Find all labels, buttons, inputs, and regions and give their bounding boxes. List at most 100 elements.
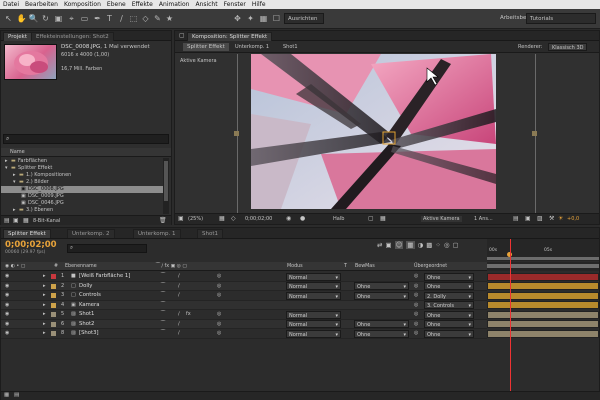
shy-switch-icon[interactable]: ⁀ xyxy=(161,329,165,339)
interpret-footage-icon[interactable]: ▤ xyxy=(4,217,10,224)
project-tree-item[interactable]: ▸ ▬ Farbflächen xyxy=(1,158,163,165)
label-color-swatch[interactable] xyxy=(51,331,56,336)
view-layout-dropdown[interactable]: 1 Ans... xyxy=(474,216,493,222)
time-ruler[interactable]: 00s 05s xyxy=(487,239,599,261)
visibility-eye-icon[interactable]: ◉ xyxy=(5,320,9,330)
layer-name[interactable]: Shot1 xyxy=(79,310,94,320)
frame-blending-icon[interactable]: ▦ xyxy=(406,241,415,249)
mode-dropdown[interactable]: Normal xyxy=(286,282,341,291)
trash-icon[interactable]: 🗑 xyxy=(159,217,167,224)
menu-item-8[interactable]: Hilfe xyxy=(249,0,269,9)
tab-effect-controls[interactable]: Effekteinstellungen: Shot2 xyxy=(31,32,114,41)
layer-name-header[interactable]: Ebenenname xyxy=(65,262,97,271)
project-scrollbar[interactable] xyxy=(163,158,169,214)
safe-zones-icon[interactable]: ▦ xyxy=(219,215,225,222)
parent-pickwhip-icon[interactable]: ◎ xyxy=(414,291,418,301)
3d-layer-switch-icon[interactable]: ◎ xyxy=(217,291,221,301)
layer-duration-bar[interactable] xyxy=(487,282,599,291)
parent-dropdown[interactable]: Ohne xyxy=(424,320,474,329)
puppet-tool-icon[interactable]: ★ xyxy=(164,13,175,24)
breadcrumb-subcomp[interactable]: Unterkomp. 1 xyxy=(235,44,269,50)
roto-brush-tool-icon[interactable]: ✎ xyxy=(152,13,163,24)
label-color-swatch[interactable] xyxy=(51,283,56,289)
layer-duration-bar[interactable] xyxy=(487,320,599,329)
expand-layer-icon[interactable]: ▸ xyxy=(43,272,46,282)
trkmat-header[interactable]: BewMas xyxy=(355,262,375,271)
axis-world-icon[interactable]: ✦ xyxy=(245,13,256,24)
parent-dropdown[interactable]: Ohne xyxy=(424,310,474,320)
brush-tool-icon[interactable]: ∕ xyxy=(116,13,127,24)
shy-switch-icon[interactable]: ⁀ xyxy=(161,301,165,311)
footage-icon[interactable]: ▣ xyxy=(21,186,26,193)
3d-layer-switch-icon[interactable]: ◎ xyxy=(217,329,221,339)
layer-row[interactable]: ◉ ▸ 3 □Controls ⁀ ∕ ◎ Normal Ohne ◎ 2. Dolly xyxy=(1,291,487,301)
trkmat-dropdown[interactable]: Ohne xyxy=(354,329,409,339)
trkmat-dropdown[interactable]: Ohne xyxy=(354,291,409,301)
parent-dropdown[interactable]: 2. Dolly xyxy=(424,291,474,301)
menu-item-4[interactable]: Effekte xyxy=(129,0,156,9)
bit-depth-label[interactable]: 8-Bit-Kanal xyxy=(33,218,60,224)
parent-dropdown[interactable]: Ohne xyxy=(424,282,474,291)
workspace-dropdown[interactable]: Tutorials xyxy=(526,13,596,24)
stamp-tool-icon[interactable]: ⬚ xyxy=(128,13,139,24)
new-folder-icon[interactable]: ▣ xyxy=(13,217,19,224)
trkmat-dropdown[interactable]: Ohne xyxy=(354,320,409,329)
parent-dropdown[interactable]: 3. Controls xyxy=(424,301,474,310)
hide-icon[interactable]: ▢ xyxy=(453,241,459,249)
quality-switch-icon[interactable]: ∕ xyxy=(178,282,180,292)
project-tree-item[interactable]: ▣ DSC_0009.JPG xyxy=(1,193,163,200)
shy-layers-icon[interactable]: ☺ xyxy=(394,241,404,249)
expand-layer-icon[interactable]: ▸ xyxy=(43,310,46,320)
quality-switch-icon[interactable]: ∕ xyxy=(178,272,180,282)
quality-switch-icon[interactable]: ∕ xyxy=(178,291,180,301)
label-color-swatch[interactable] xyxy=(51,302,56,308)
mask-tool-icon[interactable]: ▭ xyxy=(79,13,90,24)
exposure-value[interactable]: +0,0 xyxy=(567,216,579,222)
rotate-tool-icon[interactable]: ↻ xyxy=(40,13,51,24)
composition-viewer[interactable] xyxy=(251,54,496,209)
tab-splitter-effekt[interactable]: Splitter Effekt xyxy=(3,229,51,238)
work-area-bar[interactable] xyxy=(487,262,599,271)
color-channel-icon[interactable]: ● xyxy=(300,215,305,222)
project-tree-item[interactable]: ▣ DSC_0008.JPG xyxy=(1,186,163,193)
layer-duration-bar[interactable] xyxy=(487,291,599,300)
layer-duration-bar[interactable] xyxy=(487,310,599,319)
fast-previews-icon[interactable]: ▣ xyxy=(525,215,531,222)
lock-icon[interactable]: ▢ xyxy=(179,32,185,39)
camera-tool-icon[interactable]: ▣ xyxy=(53,13,64,24)
disclosure-triangle-icon[interactable]: ▾ xyxy=(13,179,16,186)
flowchart-icon[interactable]: ⚒ xyxy=(549,215,554,222)
menu-item-5[interactable]: Animation xyxy=(156,0,193,9)
label-color-swatch[interactable] xyxy=(51,293,56,298)
layer-row[interactable]: ◉ ▸ 2 □Dolly ⁀ ∕ ◎ Normal Ohne ◎ Ohne xyxy=(1,281,487,292)
parent-pickwhip-icon[interactable]: ◎ xyxy=(414,329,418,339)
shy-switch-icon[interactable]: ⁀ xyxy=(161,282,165,292)
layer-row[interactable]: ◉ ▸ 6 ▨Shot2 ⁀ ∕ ◎ Normal Ohne ◎ Ohne xyxy=(1,319,487,330)
mode-dropdown[interactable]: Normal xyxy=(286,320,341,329)
view-dropdown[interactable]: Aktive Kamera xyxy=(421,216,462,222)
shy-switch-icon[interactable]: ⁀ xyxy=(161,320,165,330)
mode-dropdown[interactable]: Normal xyxy=(286,291,341,301)
region-of-interest-icon[interactable]: ▢ xyxy=(368,215,374,222)
resolution-dropdown[interactable]: Halb xyxy=(333,216,344,222)
exposure-icon[interactable]: ☀ xyxy=(558,215,563,222)
menu-item-2[interactable]: Komposition xyxy=(61,0,104,9)
tab-unterkomp-2[interactable]: Unterkomp. 2 xyxy=(67,229,115,238)
t-header[interactable]: T xyxy=(344,262,347,271)
disclosure-triangle-icon[interactable]: ▾ xyxy=(5,165,8,172)
mask-visibility-icon[interactable]: ◇ xyxy=(231,215,236,222)
motion-blur-icon[interactable]: ◑ xyxy=(418,241,424,249)
menu-item-0[interactable]: Datei xyxy=(0,0,22,9)
timeline-timecode[interactable]: 0;00;02;00 xyxy=(5,240,57,250)
current-time-display[interactable]: 0;00;02;00 xyxy=(245,216,272,222)
tab-project[interactable]: Projekt xyxy=(3,32,32,41)
menu-item-7[interactable]: Fenster xyxy=(221,0,249,9)
footage-icon[interactable]: ▣ xyxy=(21,200,26,207)
shy-switch-icon[interactable]: ⁀ xyxy=(161,310,165,320)
layer-row[interactable]: ◉ ▸ 4 ▣ Kamera ⁀ ◎ 3. Controls xyxy=(1,300,487,311)
visibility-eye-icon[interactable]: ◉ xyxy=(5,291,9,301)
toggle-pixel-aspect-icon[interactable]: ▤ xyxy=(513,215,519,222)
layer-name[interactable]: Kamera xyxy=(79,301,99,311)
effect-switch-icon[interactable]: fx xyxy=(186,310,191,320)
layer-row[interactable]: ◉ ▸ 5 ▨Shot1 ⁀ ∕ fx ◎ Normal ◎ Ohne xyxy=(1,310,487,320)
